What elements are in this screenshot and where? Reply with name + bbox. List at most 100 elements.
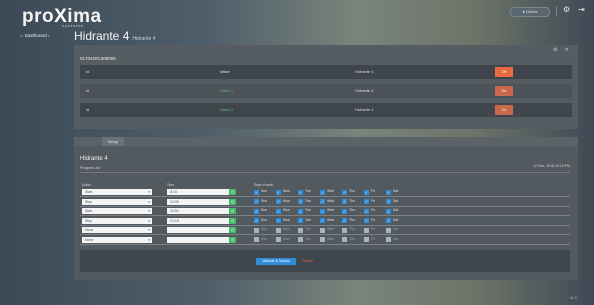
day-label: Sat bbox=[393, 208, 399, 212]
day-checkbox[interactable]: ✓ bbox=[342, 199, 347, 204]
time-input[interactable] bbox=[167, 236, 229, 243]
on-button[interactable]: On bbox=[495, 86, 513, 96]
day-checkbox[interactable]: ✓ bbox=[298, 208, 303, 214]
valve-header-row: Id Valve Hidrante 4 Off bbox=[80, 65, 572, 79]
day-checkbox[interactable]: ✓ bbox=[276, 199, 281, 204]
valves-panel: ⚙ ✕ 0170420C408065 Id Valve Hidrante 4 O… bbox=[74, 45, 578, 129]
day-checkbox[interactable]: ✓ bbox=[254, 208, 259, 214]
day-checkbox[interactable]: ✓ bbox=[298, 199, 303, 204]
day-checkbox[interactable]: ✓ bbox=[364, 189, 369, 195]
breadcrumb[interactable]: ⌂ Dashboard › bbox=[20, 33, 50, 38]
action-select[interactable]: Start ▾ bbox=[82, 189, 152, 195]
save-button[interactable]: Validate & Submit bbox=[256, 258, 296, 265]
day-label: Sat bbox=[393, 189, 399, 193]
clock-icon[interactable]: ◷ bbox=[229, 217, 236, 224]
day-checkbox[interactable]: ✓ bbox=[342, 208, 347, 214]
action-select[interactable]: Start ▾ bbox=[82, 208, 152, 214]
day-checkbox[interactable] bbox=[298, 237, 303, 242]
day-checkbox[interactable]: ✓ bbox=[342, 189, 347, 195]
day-label: Fri bbox=[371, 227, 376, 231]
logout-icon[interactable]: ⇥ bbox=[578, 5, 585, 14]
day-label: Fri bbox=[371, 236, 376, 241]
time-input[interactable]: 8:15 bbox=[167, 189, 229, 195]
day-checkbox[interactable] bbox=[320, 227, 325, 233]
status-badge[interactable]: ● Online bbox=[510, 7, 550, 17]
day-checkbox[interactable]: ✓ bbox=[386, 189, 391, 195]
day-checkbox[interactable]: ✓ bbox=[276, 189, 281, 195]
schedule-row: Start ▾ 20:50 ◷ ✓ Sun ✓ Mon ✓ Tue ✓ Wed ✓ Thu ✓ Fri ✓ Sat bbox=[80, 207, 570, 216]
program-list-label: Program List bbox=[80, 166, 100, 170]
day-checkbox[interactable] bbox=[386, 227, 391, 233]
time-input[interactable]: 10:05 bbox=[167, 198, 229, 205]
day-label: Tue bbox=[305, 189, 311, 193]
schedule-row: Stop ▾ 21:15 ◷ ✓ Sun ✓ Mon ✓ Tue ✓ Wed ✓ Thu ✓ Fri ✓ Sat bbox=[80, 217, 570, 226]
day-label: Wed bbox=[327, 227, 335, 231]
day-checkbox[interactable]: ✓ bbox=[320, 218, 325, 223]
day-checkbox[interactable]: ✓ bbox=[342, 218, 347, 223]
day-label: Fri bbox=[371, 198, 376, 203]
day-label: Mon bbox=[283, 236, 290, 241]
clock-icon[interactable]: ◷ bbox=[229, 189, 236, 195]
day-label: Wed bbox=[327, 198, 335, 203]
off-button[interactable]: Off bbox=[495, 67, 513, 77]
day-checkbox[interactable] bbox=[320, 237, 325, 242]
clock-icon[interactable]: ◷ bbox=[229, 208, 236, 214]
day-checkbox[interactable] bbox=[364, 227, 369, 233]
day-checkbox[interactable]: ✓ bbox=[364, 199, 369, 204]
day-label: Mon bbox=[283, 217, 290, 222]
day-checkbox[interactable]: ✓ bbox=[320, 189, 325, 195]
clock-icon[interactable]: ◷ bbox=[229, 227, 236, 233]
day-label: Mon bbox=[283, 227, 290, 231]
day-checkbox[interactable]: ✓ bbox=[276, 218, 281, 223]
day-label: Sun bbox=[261, 189, 268, 193]
day-checkbox[interactable] bbox=[276, 237, 281, 242]
day-checkbox[interactable] bbox=[386, 237, 391, 242]
day-checkbox[interactable]: ✓ bbox=[320, 208, 325, 214]
day-checkbox[interactable]: ✓ bbox=[254, 218, 259, 223]
cancel-button[interactable]: Cancel bbox=[302, 259, 313, 263]
day-checkbox[interactable]: ✓ bbox=[254, 199, 259, 204]
day-checkbox[interactable]: ✓ bbox=[276, 208, 281, 214]
action-select[interactable]: Stop ▾ bbox=[82, 198, 152, 205]
tab-setup[interactable]: Setup bbox=[102, 137, 124, 146]
chevron-down-icon: ▾ bbox=[148, 218, 150, 223]
clock-icon[interactable]: ◷ bbox=[229, 236, 236, 243]
day-checkbox[interactable]: ✓ bbox=[364, 218, 369, 223]
day-checkbox[interactable] bbox=[298, 227, 303, 233]
day-checkbox[interactable] bbox=[276, 227, 281, 233]
chevron-right-icon: › bbox=[48, 33, 50, 38]
day-checkbox[interactable] bbox=[254, 237, 259, 242]
day-label: Tue bbox=[305, 236, 311, 241]
day-label: Sat bbox=[393, 198, 399, 203]
time-input[interactable]: 21:15 bbox=[167, 217, 229, 224]
schedule-panel: Hidrante 4 Program List 12 Dec, 2018 12:… bbox=[74, 146, 578, 280]
day-checkbox[interactable]: ✓ bbox=[364, 208, 369, 214]
day-label: Tue bbox=[305, 217, 311, 222]
day-checkbox[interactable] bbox=[342, 227, 347, 233]
action-select[interactable]: Stop ▾ bbox=[82, 217, 152, 224]
action-select[interactable]: None ▾ bbox=[82, 236, 152, 243]
day-checkbox[interactable] bbox=[254, 227, 259, 233]
clock-icon[interactable]: ◷ bbox=[229, 198, 236, 205]
panel-controls[interactable]: ⚙ ✕ bbox=[553, 47, 572, 53]
time-input[interactable] bbox=[167, 227, 229, 233]
day-checkbox[interactable]: ✓ bbox=[298, 189, 303, 195]
day-label: Fri bbox=[371, 208, 376, 212]
day-label: Tue bbox=[305, 208, 311, 212]
breadcrumb-label: Dashboard bbox=[24, 33, 47, 38]
on-button[interactable]: On bbox=[495, 105, 513, 115]
day-checkbox[interactable]: ✓ bbox=[386, 218, 391, 223]
day-checkbox[interactable]: ✓ bbox=[386, 199, 391, 204]
day-checkbox[interactable]: ✓ bbox=[298, 218, 303, 223]
day-checkbox[interactable] bbox=[342, 237, 347, 242]
day-checkbox[interactable] bbox=[364, 237, 369, 242]
version-label: v1.0 bbox=[570, 296, 577, 300]
logo-subtitle: systems bbox=[62, 23, 84, 28]
day-checkbox[interactable]: ✓ bbox=[254, 189, 259, 195]
time-input[interactable]: 20:50 bbox=[167, 208, 229, 214]
day-checkbox[interactable]: ✓ bbox=[320, 199, 325, 204]
day-checkbox[interactable]: ✓ bbox=[386, 208, 391, 214]
chevron-down-icon: ▾ bbox=[148, 209, 150, 213]
action-select[interactable]: None ▾ bbox=[82, 227, 152, 233]
gear-icon[interactable]: ⚙ bbox=[563, 5, 570, 14]
